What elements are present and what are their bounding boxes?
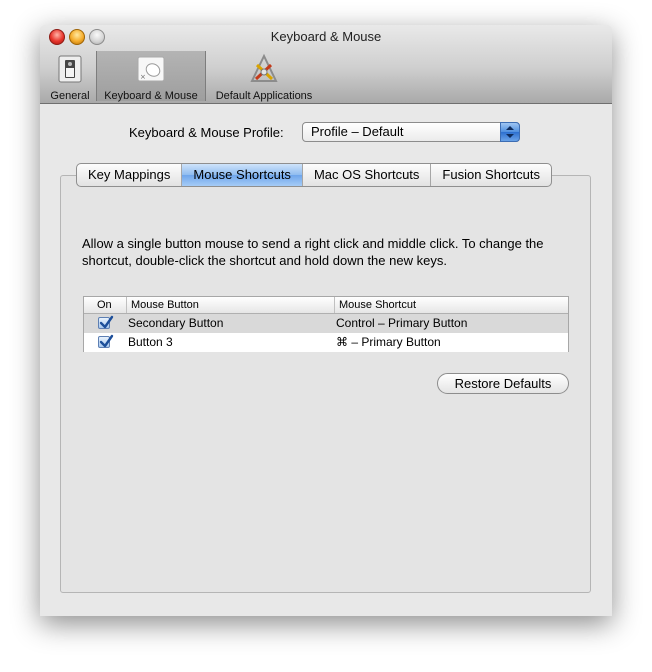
preferences-window: Keyboard & Mouse General × Keyboard & Mo… xyxy=(40,25,612,616)
window-title: Keyboard & Mouse xyxy=(270,29,382,44)
column-header-mouse-button[interactable]: Mouse Button xyxy=(127,297,335,313)
description-text: Allow a single button mouse to send a ri… xyxy=(82,236,544,268)
on-checkbox[interactable] xyxy=(98,315,114,329)
tab-fusion-shortcuts[interactable]: Fusion Shortcuts xyxy=(431,164,551,186)
tab-bar: Key Mappings Mouse Shortcuts Mac OS Shor… xyxy=(76,163,552,187)
general-switch-icon xyxy=(58,55,82,83)
title-bar[interactable]: Keyboard & Mouse General × Keyboard & Mo… xyxy=(40,25,612,104)
svg-text:×: × xyxy=(140,73,146,81)
checkmark-icon xyxy=(99,315,114,329)
table-row[interactable]: Button 3 ⌘ – Primary Button xyxy=(84,333,568,352)
mouse-shortcut-cell[interactable]: Control – Primary Button xyxy=(332,314,467,333)
toolbar-label-default-applications: Default Applications xyxy=(215,90,313,102)
toolbar-item-default-applications[interactable]: Default Applications xyxy=(206,51,322,102)
toolbar-label-general: General xyxy=(50,90,90,102)
content-area: Keyboard & Mouse Profile: Profile – Defa… xyxy=(40,104,612,616)
select-stepper-icon xyxy=(500,122,520,142)
mouse-shortcut-cell[interactable]: ⌘ – Primary Button xyxy=(332,333,441,352)
profile-select-value: Profile – Default xyxy=(311,124,404,139)
toolbar-label-keyboard-mouse: Keyboard & Mouse xyxy=(104,90,198,102)
column-header-on[interactable]: On xyxy=(84,297,127,313)
toolbar-item-keyboard-mouse[interactable]: × Keyboard & Mouse xyxy=(96,51,206,102)
toolbar-item-general[interactable]: General xyxy=(46,51,94,102)
on-checkbox[interactable] xyxy=(98,334,114,348)
mouse-shortcuts-table: On Mouse Button Mouse Shortcut Secondary… xyxy=(83,296,569,352)
mouse-button-cell: Secondary Button xyxy=(128,316,224,330)
mouse-button-cell: Button 3 xyxy=(128,335,173,349)
profile-label: Keyboard & Mouse Profile: xyxy=(129,125,284,140)
restore-defaults-button[interactable]: Restore Defaults xyxy=(437,373,569,394)
table-header: On Mouse Button Mouse Shortcut xyxy=(84,297,568,314)
table-row[interactable]: Secondary Button Control – Primary Butto… xyxy=(84,314,568,333)
mouse-icon: × xyxy=(137,56,165,82)
profile-select[interactable]: Profile – Default xyxy=(302,122,520,142)
applications-icon xyxy=(250,53,278,82)
tab-mac-os-shortcuts[interactable]: Mac OS Shortcuts xyxy=(303,164,432,186)
column-header-mouse-shortcut[interactable]: Mouse Shortcut xyxy=(335,297,568,313)
checkmark-icon xyxy=(99,334,114,348)
tab-key-mappings[interactable]: Key Mappings xyxy=(77,164,183,186)
tab-mouse-shortcuts[interactable]: Mouse Shortcuts xyxy=(182,164,303,186)
